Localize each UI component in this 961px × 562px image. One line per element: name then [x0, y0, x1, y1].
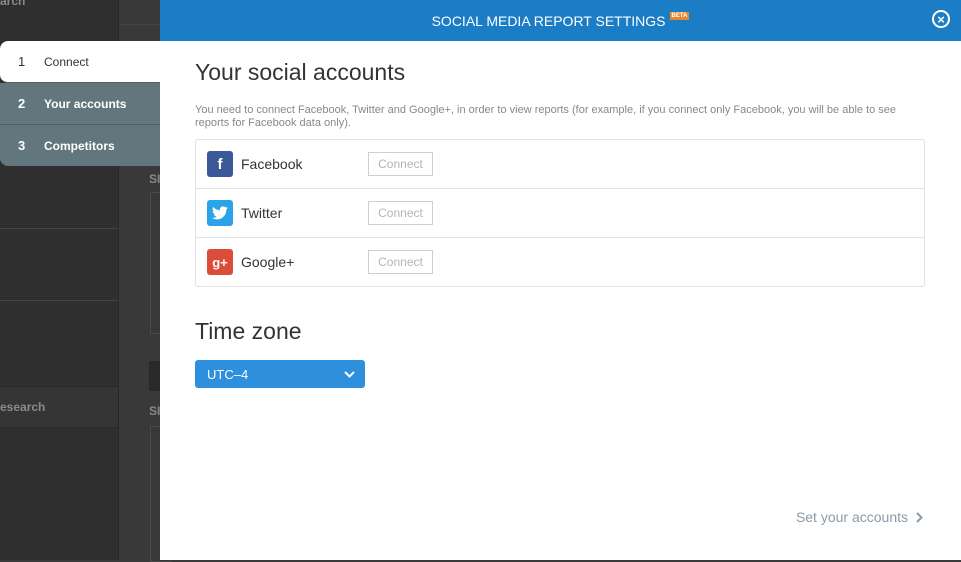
icon-glyph: f [217, 155, 223, 173]
background-divider [120, 24, 160, 25]
background-divider [0, 228, 118, 229]
google-plus-icon: g+ [207, 249, 233, 275]
facebook-icon: f [207, 151, 233, 177]
background-marker: SI [149, 404, 161, 418]
chevron-right-icon [916, 511, 923, 523]
step-label: Your accounts [44, 96, 127, 111]
modal-content: Your social accounts You need to connect… [160, 41, 961, 388]
time-zone-value: UTC–4 [207, 366, 249, 382]
close-glyph: × [937, 11, 945, 27]
background-section-label: esearch [0, 400, 46, 414]
step-competitors[interactable]: 3 Competitors [0, 125, 160, 166]
step-number: 3 [18, 138, 26, 153]
time-zone-heading: Time zone [195, 318, 302, 344]
connect-google-plus-button[interactable]: Connect [368, 250, 433, 274]
step-label: Competitors [44, 138, 115, 153]
modal-title: SOCIAL MEDIA REPORT SETTINGS [431, 12, 666, 29]
step-connect[interactable]: 1 Connect [0, 41, 160, 83]
account-row-twitter: Twitter Connect [196, 189, 924, 238]
background-divider [0, 300, 118, 301]
social-accounts-description: You need to connect Facebook, Twitter an… [195, 104, 897, 129]
account-row-google-plus: g+ Google+ Connect [196, 238, 924, 286]
social-accounts-heading: Your social accounts [195, 59, 406, 85]
twitter-icon [207, 200, 233, 226]
wizard-steps: 1 Connect 2 Your accounts 3 Competitors [0, 41, 160, 166]
icon-glyph: g+ [212, 254, 228, 270]
footer-link-label: Set your accounts [795, 509, 908, 525]
step-your-accounts[interactable]: 2 Your accounts [0, 83, 160, 125]
time-zone-select[interactable]: UTC–4 [195, 360, 365, 388]
account-name: Twitter [241, 205, 283, 221]
account-name: Facebook [241, 156, 303, 172]
connect-facebook-button[interactable]: Connect [368, 152, 433, 176]
set-your-accounts-link[interactable]: Set your accounts [796, 509, 923, 525]
accounts-list: f Facebook Connect Twitter Connect g+ Go… [195, 139, 925, 287]
chevron-down-icon [344, 370, 355, 378]
step-number: 1 [18, 54, 26, 69]
step-number: 2 [18, 96, 26, 111]
beta-badge: BETA [669, 11, 690, 20]
background-marker: SI [149, 172, 161, 186]
background-top-label: arch [0, 0, 26, 8]
modal-header: SOCIAL MEDIA REPORT SETTINGS BETA × [160, 0, 961, 41]
background-section-header: esearch [0, 386, 118, 428]
account-row-facebook: f Facebook Connect [196, 140, 924, 189]
settings-modal: SOCIAL MEDIA REPORT SETTINGS BETA × Your… [160, 0, 961, 560]
connect-twitter-button[interactable]: Connect [368, 201, 433, 225]
account-name: Google+ [241, 254, 295, 270]
step-label: Connect [44, 54, 89, 69]
close-icon[interactable]: × [932, 10, 950, 28]
twitter-bird-glyph [212, 206, 228, 220]
